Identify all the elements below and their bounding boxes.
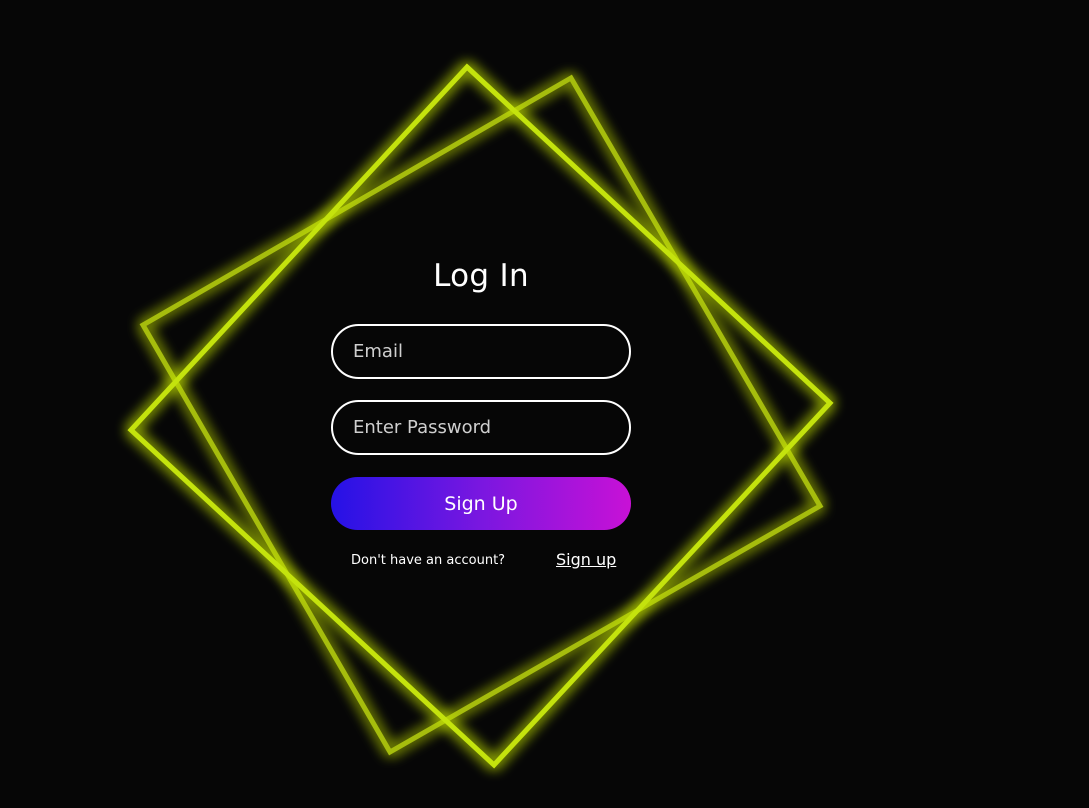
sign-up-button[interactable]: Sign Up (331, 477, 631, 530)
signup-row: Don't have an account? Sign up (331, 550, 631, 574)
password-field[interactable] (331, 400, 631, 455)
signup-link[interactable]: Sign up (556, 550, 616, 569)
email-field[interactable] (331, 324, 631, 379)
page-title: Log In (433, 258, 529, 294)
login-page: Log In Sign Up Don't have an account? Si… (0, 0, 1089, 808)
signup-prompt-text: Don't have an account? (351, 553, 506, 568)
